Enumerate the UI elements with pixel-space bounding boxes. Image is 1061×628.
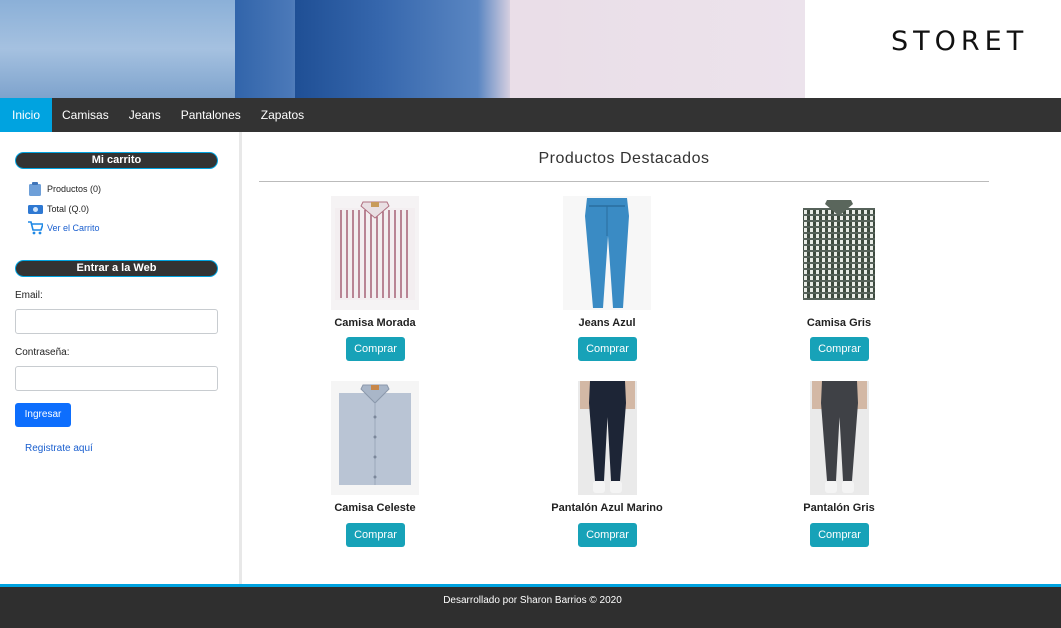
product-image-pantalon-azul-marino[interactable] bbox=[578, 381, 637, 495]
nav-item-camisas[interactable]: Camisas bbox=[52, 98, 119, 132]
cart-title: Mi carrito bbox=[15, 152, 218, 169]
main-navbar: Inicio Camisas Jeans Pantalones Zapatos bbox=[0, 98, 1061, 132]
login-button[interactable]: Ingresar bbox=[15, 403, 71, 427]
product-image-camisa-morada[interactable] bbox=[331, 196, 419, 310]
brand-logo[interactable]: STORET bbox=[891, 26, 1028, 57]
buy-button-camisa-gris[interactable]: Comprar bbox=[810, 337, 869, 361]
buy-button-pantalon-azul-marino[interactable]: Comprar bbox=[578, 523, 637, 547]
buy-button-camisa-morada[interactable]: Comprar bbox=[346, 337, 405, 361]
nav-item-inicio[interactable]: Inicio bbox=[0, 98, 53, 132]
cart-products-row: Productos (0) bbox=[28, 182, 101, 196]
cart-total-text: Total (Q.0) bbox=[47, 204, 90, 214]
product-image-camisa-gris[interactable] bbox=[795, 196, 883, 310]
view-cart-link[interactable]: Ver el Carrito bbox=[28, 221, 100, 235]
login-title: Entrar a la Web bbox=[15, 260, 218, 277]
cart-icon bbox=[28, 221, 43, 235]
product-name-pantalon-gris: Pantalón Gris bbox=[803, 502, 875, 514]
nav-item-zapatos[interactable]: Zapatos bbox=[251, 98, 314, 132]
product-name-camisa-gris: Camisa Gris bbox=[806, 317, 872, 329]
password-label: Contraseña: bbox=[15, 347, 70, 358]
cart-total-row: Total (Q.0) bbox=[28, 202, 89, 216]
buy-button-camisa-celeste[interactable]: Comprar bbox=[346, 523, 405, 547]
banner-jeans-left bbox=[0, 0, 235, 98]
product-image-camisa-celeste[interactable] bbox=[331, 381, 419, 495]
nav-item-jeans[interactable]: Jeans bbox=[119, 98, 171, 132]
money-icon bbox=[28, 205, 43, 214]
product-image-pantalon-gris[interactable] bbox=[810, 381, 869, 495]
product-image-jeans-azul[interactable] bbox=[563, 196, 651, 310]
footer bbox=[0, 584, 1061, 628]
email-field[interactable] bbox=[15, 309, 218, 334]
nav-item-pantalones[interactable]: Pantalones bbox=[171, 98, 251, 132]
title-divider bbox=[259, 181, 989, 182]
product-name-camisa-morada: Camisa Morada bbox=[334, 317, 416, 329]
sidebar: Mi carrito Productos (0) Total (Q.0) Ver… bbox=[0, 132, 242, 584]
cart-products-text: Productos (0) bbox=[47, 184, 102, 194]
footer-credit: Desarrollado por Sharon Barrios © 2020 bbox=[443, 595, 622, 606]
page-title: Productos Destacados bbox=[538, 150, 710, 167]
product-name-camisa-celeste: Camisa Celeste bbox=[334, 502, 416, 514]
header-banner: STORET bbox=[0, 0, 1061, 98]
product-name-pantalon-azul-marino: Pantalón Azul Marino bbox=[551, 502, 663, 514]
clipboard-icon bbox=[29, 182, 41, 196]
product-name-jeans-azul: Jeans Azul bbox=[578, 317, 636, 329]
buy-button-jeans-azul[interactable]: Comprar bbox=[578, 337, 637, 361]
email-label: Email: bbox=[15, 290, 43, 301]
view-cart-label: Ver el Carrito bbox=[47, 223, 100, 233]
banner-jeans-middle bbox=[295, 0, 510, 98]
register-link[interactable]: Registrate aquí bbox=[25, 443, 93, 454]
password-field[interactable] bbox=[15, 366, 218, 391]
buy-button-pantalon-gris[interactable]: Comprar bbox=[810, 523, 869, 547]
